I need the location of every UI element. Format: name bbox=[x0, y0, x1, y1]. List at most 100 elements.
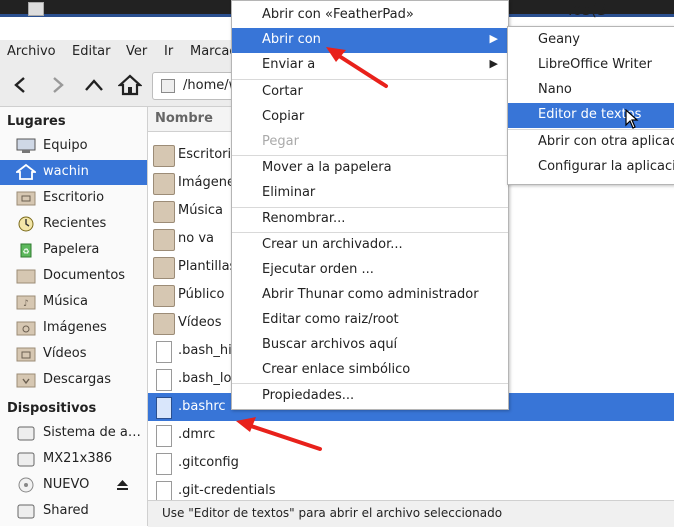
column-header-label: Nombre bbox=[155, 111, 213, 126]
menu-item-label: Editar como raiz/root bbox=[262, 312, 399, 327]
submenu-item-nano[interactable]: Nano bbox=[508, 78, 674, 103]
pictures-folder-icon bbox=[16, 321, 36, 336]
sidebar-item-label: wachin bbox=[43, 164, 89, 179]
menu-item-label: Renombrar... bbox=[262, 211, 346, 226]
sidebar-item-documentos[interactable]: Documentos bbox=[0, 264, 147, 289]
sidebar-item-videos[interactable]: Vídeos bbox=[0, 342, 147, 367]
location-home-icon bbox=[161, 79, 175, 93]
submenu-item-configurar-predeterminada[interactable]: Configurar la aplicación predeterminada.… bbox=[508, 155, 674, 180]
menu-item-label: Eliminar bbox=[262, 185, 316, 200]
music-folder-icon bbox=[153, 201, 175, 223]
sidebar-item-label: Recientes bbox=[43, 216, 107, 231]
home-button[interactable] bbox=[116, 72, 144, 98]
menu-item-label: Crear enlace simbólico bbox=[262, 362, 411, 377]
menu-item-propiedades[interactable]: Propiedades... bbox=[232, 384, 508, 409]
menu-editar[interactable]: Editar bbox=[72, 44, 111, 59]
menu-item-label: Copiar bbox=[262, 109, 305, 124]
submenu-item-libreoffice-writer[interactable]: LibreOffice Writer bbox=[508, 53, 674, 78]
menu-item-label: Propiedades... bbox=[262, 388, 355, 403]
sidebar-item-recientes[interactable]: Recientes bbox=[0, 212, 147, 237]
menu-item-eliminar[interactable]: Eliminar bbox=[232, 181, 508, 206]
submenu-item-abrir-con-otra[interactable]: Abrir con otra aplicación... bbox=[508, 130, 674, 155]
sidebar-item-equipo[interactable]: Equipo bbox=[0, 134, 147, 159]
file-name: .gitconfig bbox=[178, 455, 239, 470]
menu-item-label: Abrir con bbox=[262, 32, 321, 47]
window-folder-icon bbox=[28, 2, 44, 16]
submenu-item-editor-de-textos[interactable]: Editor de textos bbox=[508, 103, 674, 128]
file-row-dmrc[interactable]: .dmrc bbox=[148, 421, 674, 449]
video-folder-icon bbox=[16, 347, 36, 362]
sidebar-item-sistema-de-archivos[interactable]: Sistema de archivos bbox=[0, 421, 147, 446]
download-folder-icon bbox=[16, 373, 36, 388]
sidebar-item-label: Papelera bbox=[43, 242, 100, 257]
home-icon bbox=[118, 74, 142, 96]
sidebar-item-label: Sistema de archivos bbox=[43, 425, 141, 440]
sidebar-item-label: NUEVO bbox=[43, 477, 90, 492]
submenu-arrow-icon: ▶ bbox=[489, 57, 498, 70]
menu-ir[interactable]: Ir bbox=[164, 44, 173, 59]
sidebar-item-label: Escritorio bbox=[43, 190, 105, 205]
svg-text:♻: ♻ bbox=[22, 247, 29, 256]
menu-item-ejecutar-orden[interactable]: Ejecutar orden ... bbox=[232, 258, 508, 283]
sidebar-item-escritorio[interactable]: Escritorio bbox=[0, 186, 147, 211]
menu-item-abrir-con[interactable]: Abrir con ▶ bbox=[232, 28, 508, 53]
folder-icon bbox=[153, 229, 175, 251]
menu-item-editar-como-root[interactable]: Editar como raiz/root bbox=[232, 308, 508, 333]
sidebar-item-label: Shared bbox=[43, 503, 89, 518]
forward-button[interactable] bbox=[44, 72, 72, 98]
text-file-icon bbox=[156, 453, 172, 475]
sidebar-item-shared[interactable]: Shared bbox=[0, 499, 147, 524]
menu-item-label: Crear un archivador... bbox=[262, 237, 403, 252]
menu-item-copiar[interactable]: Copiar bbox=[232, 105, 508, 130]
clock-icon bbox=[18, 216, 34, 232]
up-button[interactable] bbox=[80, 72, 108, 98]
text-file-icon bbox=[156, 397, 172, 419]
file-row-gitconfig[interactable]: .gitconfig bbox=[148, 449, 674, 477]
status-text: Use "Editor de textos" para abrir el arc… bbox=[162, 506, 503, 520]
menu-item-cortar[interactable]: Cortar bbox=[232, 80, 508, 105]
menu-item-mover-a-la-papelera[interactable]: Mover a la papelera bbox=[232, 156, 508, 181]
sidebar-item-imagenes[interactable]: Imágenes bbox=[0, 316, 147, 341]
status-bar: Use "Editor de textos" para abrir el arc… bbox=[148, 500, 674, 527]
share-folder-icon bbox=[153, 285, 175, 307]
menu-archivo[interactable]: Archivo bbox=[7, 44, 56, 59]
menu-item-abrir-thunar-admin[interactable]: Abrir Thunar como administrador bbox=[232, 283, 508, 308]
back-button[interactable] bbox=[6, 72, 34, 98]
menu-item-buscar-archivos[interactable]: Buscar archivos aquí bbox=[232, 333, 508, 358]
sidebar: Lugares Equipo wachin Escritorio Recient… bbox=[0, 107, 148, 526]
menu-item-enviar-a[interactable]: Enviar a ▶ bbox=[232, 53, 508, 78]
sidebar-item-mx21x386[interactable]: MX21x386 bbox=[0, 447, 147, 472]
file-name: Escritorio bbox=[178, 147, 240, 162]
sidebar-item-descargas[interactable]: Descargas bbox=[0, 368, 147, 393]
menu-item-label: Buscar archivos aquí bbox=[262, 337, 398, 352]
menu-item-abrir-con-featherpad[interactable]: Abrir con «FeatherPad» bbox=[232, 3, 508, 28]
trash-icon: ♻ bbox=[20, 243, 32, 258]
forward-arrow-icon bbox=[53, 77, 64, 93]
pictures-folder-icon bbox=[153, 173, 175, 195]
submenu-item-label: Abrir con otra aplicación... bbox=[538, 134, 674, 149]
sidebar-item-papelera[interactable]: ♻ Papelera bbox=[0, 238, 147, 263]
menu-item-label: Ejecutar orden ... bbox=[262, 262, 374, 277]
menu-item-renombrar[interactable]: Renombrar... bbox=[232, 207, 508, 232]
abrir-con-submenu: Geany LibreOffice Writer Nano Editor de … bbox=[507, 26, 674, 185]
drive-icon bbox=[17, 504, 35, 519]
menu-item-label: Cortar bbox=[262, 84, 303, 99]
sidebar-item-label: Vídeos bbox=[43, 346, 87, 361]
menu-ver[interactable]: Ver bbox=[126, 44, 147, 59]
sidebar-item-nuevo[interactable]: NUEVO bbox=[0, 473, 147, 498]
menu-item-crear-archivador[interactable]: Crear un archivador... bbox=[232, 233, 508, 258]
folder-icon bbox=[153, 145, 175, 167]
submenu-item-geany[interactable]: Geany bbox=[508, 28, 674, 53]
drive-icon bbox=[17, 452, 35, 467]
sidebar-item-wachin[interactable]: wachin bbox=[0, 160, 147, 185]
text-file-icon bbox=[156, 425, 172, 447]
file-name: Música bbox=[178, 203, 223, 218]
menu-item-label: Enviar a bbox=[262, 57, 316, 72]
sidebar-item-label: Música bbox=[43, 294, 88, 309]
background-window-text: los(3 bbox=[568, 0, 607, 19]
sidebar-item-musica[interactable]: ♪ Música bbox=[0, 290, 147, 315]
eject-icon[interactable] bbox=[116, 479, 129, 491]
menu-item-crear-enlace[interactable]: Crear enlace simbólico bbox=[232, 358, 508, 383]
submenu-item-label: Nano bbox=[538, 82, 572, 97]
file-name: Vídeos bbox=[178, 315, 222, 330]
